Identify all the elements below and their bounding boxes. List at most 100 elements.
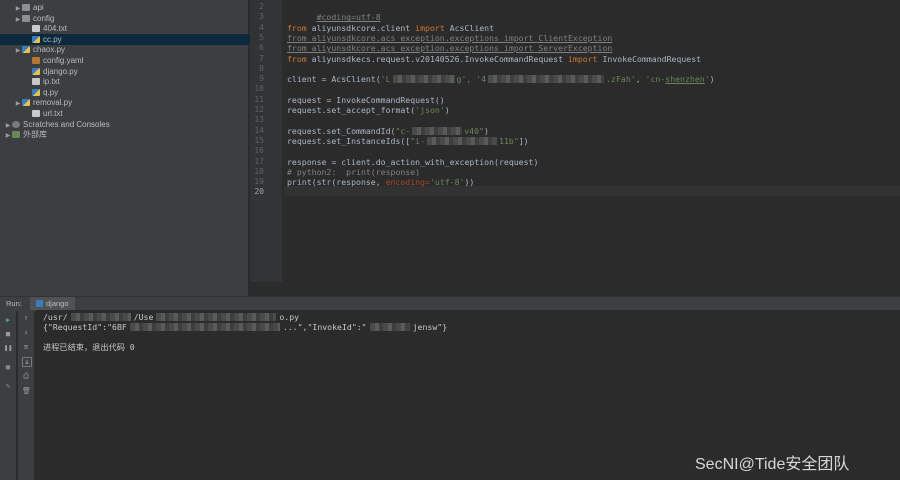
redacted-block xyxy=(156,313,277,321)
code-text: , xyxy=(635,74,646,85)
code-line-17: response = client.do_action_with_excepti… xyxy=(287,156,539,167)
string-literal: v40" xyxy=(464,125,484,136)
print-icon[interactable]: ⎙ xyxy=(22,372,30,380)
code-line-9: client = AcsClient('L g', '4 .zFah', 'cn-s… xyxy=(287,74,715,84)
line-number: 12 xyxy=(254,105,264,114)
tree-item-label: removal.py xyxy=(33,98,73,108)
scratch-icon xyxy=(12,120,20,128)
string-literal: 'json' xyxy=(415,105,445,115)
run-toolbar-right: ↑ ↓ ≡ ⇊ ⎙ 🗑 xyxy=(18,310,34,480)
tree-item-label: q.py xyxy=(43,87,59,97)
code-line-7: from aliyunsdkecs.request.v20140526.Invo… xyxy=(287,54,701,64)
code-text: request.set_CommandId( xyxy=(287,125,396,136)
scroll-to-end-icon[interactable]: ⇊ xyxy=(22,357,32,367)
tree-item-label: ip.txt xyxy=(43,77,60,87)
console-line-2: {"RequestId":"6BF ...","InvokeId":" jensw"… xyxy=(43,322,447,332)
tree-item-label: Scratches and Consoles xyxy=(23,119,110,129)
redacted-block xyxy=(488,75,605,84)
line-number: 15 xyxy=(254,135,264,145)
code-line-11: request = InvokeCommandRequest() xyxy=(287,94,445,105)
keyword: import xyxy=(567,53,598,64)
editor-gutter: 2 3 4 5 6 7 8 9 10 11 12 13 14 15 16 17 18 19 20 xyxy=(250,0,282,282)
tree-item[interactable]: ip.txt xyxy=(0,76,272,87)
string-literal: g', '4 xyxy=(456,74,487,85)
text-file-icon xyxy=(32,110,40,117)
console-text: ...","InvokeId":" xyxy=(282,322,367,332)
console-text: o.py xyxy=(279,312,300,322)
tree-item-label: 外部库 xyxy=(23,130,47,140)
line-number: 2 xyxy=(259,2,264,11)
tree-item-label: django.py xyxy=(43,66,78,76)
code-line-4: from aliyunsdkcore.client import AcsClie… xyxy=(287,23,494,33)
tree-item[interactable]: django.py xyxy=(0,66,272,77)
redacted-block xyxy=(427,136,498,145)
string-literal: .zFah' xyxy=(606,74,636,85)
string-literal: 'utf-8' xyxy=(429,177,465,188)
scroll-down-icon[interactable]: ↓ xyxy=(22,328,30,336)
rerun-icon[interactable]: ▶ xyxy=(4,316,12,324)
code-text: request.set_accept_format( xyxy=(287,105,416,115)
line-number: 17 xyxy=(254,156,264,166)
watermark: SecNI@Tide安全团队 xyxy=(695,456,850,473)
pin-icon[interactable]: ✎ xyxy=(4,382,12,390)
tree-item[interactable]: ▶ 外部库 xyxy=(0,129,252,140)
tree-item[interactable]: config.yaml xyxy=(0,55,272,66)
keyword: from xyxy=(287,53,307,64)
tree-item-label: 404.txt xyxy=(43,24,68,34)
run-toolbar-left: ▶ ■ ❚❚ ▦ ✎ xyxy=(0,310,16,480)
python-file-icon xyxy=(22,46,30,54)
redacted-block xyxy=(412,126,463,135)
tree-item[interactable]: ▶ Scratches and Consoles xyxy=(0,119,252,130)
tree-item-label: chaox.py xyxy=(33,45,66,55)
current-line-highlight xyxy=(284,186,900,196)
chevron-right-icon[interactable]: ▶ xyxy=(4,131,12,142)
tree-item[interactable]: ▶ config xyxy=(0,13,262,24)
scroll-up-icon[interactable]: ↑ xyxy=(22,314,30,322)
line-number: 18 xyxy=(254,166,264,176)
line-number: 3 xyxy=(259,12,264,22)
tree-item[interactable]: ▶ removal.py xyxy=(0,97,262,108)
run-tab-django[interactable]: django xyxy=(30,297,75,311)
code-line-12: request.set_accept_format('json') xyxy=(287,105,450,115)
layout-icon[interactable]: ▦ xyxy=(4,363,12,371)
tree-item[interactable]: ▶ chaox.py xyxy=(0,44,262,55)
pause-icon[interactable]: ❚❚ xyxy=(4,344,12,352)
tree-item[interactable]: 404.txt xyxy=(0,23,272,34)
line-number: 16 xyxy=(254,146,264,156)
tree-item[interactable]: ▶ api xyxy=(0,2,262,13)
python-file-icon xyxy=(22,99,30,107)
module-name: aliyunsdkcore.client xyxy=(306,22,416,33)
line-number: 10 xyxy=(254,84,264,94)
code-text: ) xyxy=(444,105,450,115)
redacted-block xyxy=(392,75,455,84)
python-file-icon xyxy=(32,35,40,43)
line-number: 14 xyxy=(254,125,264,135)
redacted-block xyxy=(129,323,280,331)
line-number: 13 xyxy=(254,115,264,125)
string-literal: "c- xyxy=(395,125,411,136)
tree-item-label: cc.py xyxy=(43,34,62,44)
keyword: from xyxy=(287,22,307,33)
console-text: jensw"} xyxy=(412,322,448,332)
line-number: 20 xyxy=(254,187,264,197)
console-line-1: /usr/ /Use o.py xyxy=(43,312,299,322)
stop-icon[interactable]: ■ xyxy=(4,330,12,338)
tree-item[interactable]: cc.py xyxy=(0,33,272,45)
code-line-5: from aliyunsdkcore.acs_exception.excepti… xyxy=(287,32,613,43)
code-editor[interactable]: #coding=utf-8 from aliyunsdkcore.client … xyxy=(284,0,900,282)
project-tree: ▶ api ▶ config 404.txt cc.py ▶ chaox.py config.y… xyxy=(0,0,272,296)
redacted-block xyxy=(369,323,410,331)
code-text: )) xyxy=(464,177,475,188)
text-file-icon xyxy=(32,78,40,86)
tree-item[interactable]: url.txt xyxy=(0,108,272,119)
soft-wrap-icon[interactable]: ≡ xyxy=(22,343,30,351)
run-panel-header: Run: django xyxy=(0,296,900,311)
run-label: Run: xyxy=(6,299,22,308)
yaml-file-icon xyxy=(32,57,40,64)
python-file-icon xyxy=(32,88,40,96)
string-literal: 'cn- xyxy=(645,74,666,85)
tree-item[interactable]: q.py xyxy=(0,87,272,98)
console-text: /Use xyxy=(133,312,154,322)
python-file-icon xyxy=(36,300,43,307)
trash-icon[interactable]: 🗑 xyxy=(22,387,31,395)
